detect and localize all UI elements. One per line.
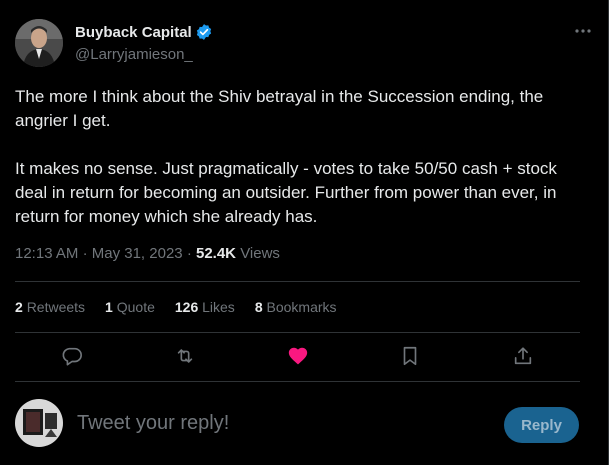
tweet-paragraph: It makes no sense. Just pragmatically - … bbox=[15, 159, 557, 226]
likes-stat[interactable]: 126 Likes bbox=[175, 299, 235, 315]
user-avatar[interactable] bbox=[15, 399, 63, 447]
retweets-count: 2 bbox=[15, 299, 23, 315]
tweet-date[interactable]: May 31, 2023 bbox=[92, 245, 183, 262]
meta-separator: · bbox=[186, 245, 196, 262]
views-count: 52.4K bbox=[195, 245, 237, 262]
tweet-header: Buyback Capital @Larryjamieson_ bbox=[15, 17, 593, 71]
quotes-count: 1 bbox=[105, 299, 113, 315]
tweet-detail: Buyback Capital @Larryjamieson_ The more… bbox=[0, 0, 609, 465]
tweet-text: The more I think about the Shiv betrayal… bbox=[15, 85, 590, 229]
reply-icon[interactable] bbox=[61, 345, 83, 367]
tweet-meta: 12:13 AM · May 31, 2023 · 52.4K Views bbox=[15, 245, 280, 262]
views-label: Views bbox=[240, 245, 280, 262]
bookmarks-label: Bookmarks bbox=[266, 299, 337, 315]
bookmark-icon[interactable] bbox=[399, 345, 421, 367]
reply-button[interactable]: Reply bbox=[504, 407, 579, 443]
retweets-label: Retweets bbox=[26, 299, 86, 315]
heart-icon[interactable] bbox=[287, 345, 309, 367]
author-handle[interactable]: @Larryjamieson_ bbox=[75, 46, 193, 63]
bookmarks-count: 8 bbox=[254, 299, 263, 315]
avatar-portrait-icon bbox=[15, 19, 63, 67]
action-bar bbox=[0, 340, 609, 374]
divider bbox=[15, 381, 580, 382]
more-options-icon[interactable] bbox=[573, 21, 593, 41]
author-display-name[interactable]: Buyback Capital bbox=[75, 24, 192, 41]
tweet-paragraph: The more I think about the Shiv betrayal… bbox=[15, 87, 544, 130]
engagement-stats: 2 Retweets 1 Quote 126 Likes 8 Bookmarks bbox=[15, 299, 337, 315]
likes-count: 126 bbox=[174, 299, 199, 315]
author-name-row[interactable]: Buyback Capital bbox=[75, 23, 213, 41]
reply-input[interactable]: Tweet your reply! bbox=[77, 412, 229, 435]
divider bbox=[15, 332, 580, 333]
user-avatar-icon bbox=[15, 399, 63, 447]
quotes-stat[interactable]: 1 Quote bbox=[105, 299, 155, 315]
retweet-icon[interactable] bbox=[174, 345, 196, 367]
bookmarks-stat[interactable]: 8 Bookmarks bbox=[255, 299, 337, 315]
divider bbox=[15, 281, 580, 282]
share-icon[interactable] bbox=[512, 345, 534, 367]
quotes-label: Quote bbox=[116, 299, 155, 315]
meta-separator: · bbox=[82, 245, 92, 262]
retweets-stat[interactable]: 2 Retweets bbox=[15, 299, 85, 315]
author-avatar[interactable] bbox=[15, 19, 63, 67]
likes-label: Likes bbox=[202, 299, 235, 315]
verified-badge-icon bbox=[196, 24, 211, 40]
tweet-time[interactable]: 12:13 AM bbox=[15, 245, 78, 262]
